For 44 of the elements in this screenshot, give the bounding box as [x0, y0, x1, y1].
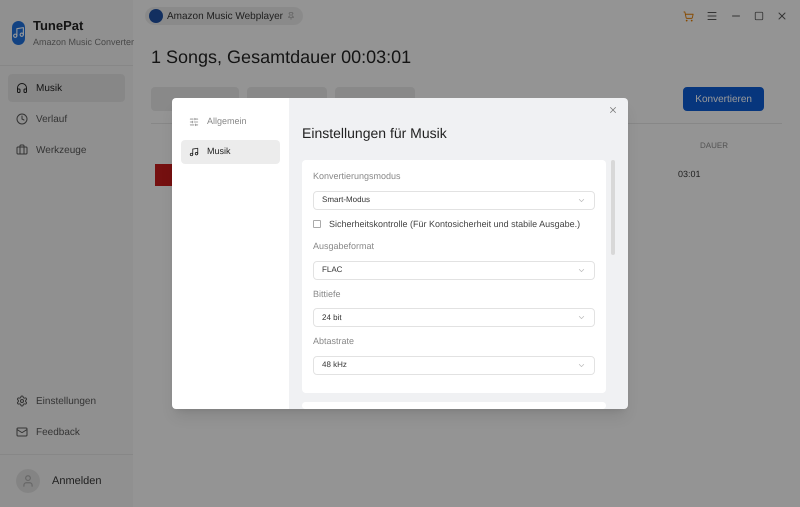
album-cover [155, 164, 173, 186]
mail-icon [16, 426, 28, 438]
app-subtitle: Amazon Music Converter [33, 36, 134, 48]
field-label: Konvertierungsmodus [313, 170, 402, 183]
checkbox-label: Sicherheitskontrolle (Für Kontosicherheit und stabile Ausgabe.) [329, 218, 580, 231]
field-label: Ausgabeformat [313, 240, 376, 253]
app-name: TunePat [33, 17, 84, 35]
sidebar-item[interactable]: Feedback [8, 418, 125, 446]
music-note-icon [189, 147, 199, 157]
dropdown[interactable]: 24 bit [313, 308, 595, 327]
sidebar-item[interactable]: Verlauf [8, 105, 125, 133]
checkbox[interactable] [313, 220, 321, 228]
settings-icon [16, 395, 28, 407]
dialog-nav-item[interactable]: Musik [181, 140, 280, 164]
dropdown[interactable]: Smart-Modus [313, 190, 595, 210]
sidebar-item[interactable]: Einstellungen [8, 387, 125, 415]
convert-button[interactable]: Konvertieren [683, 87, 764, 111]
table-cell-text: 03:01 [678, 168, 702, 182]
sidebar-item[interactable]: Werkzeuge [8, 136, 125, 164]
clock-icon [16, 113, 28, 125]
app-logo-icon [12, 20, 25, 44]
close-icon[interactable] [776, 10, 788, 22]
amazon-logo-icon [149, 9, 163, 23]
avatar-icon [16, 469, 40, 493]
sign-in-button[interactable]: Anmelden [0, 455, 133, 507]
dropdown[interactable]: 48 kHz [313, 356, 595, 374]
field-label: Abtastrate [313, 335, 356, 348]
chevron-down-icon [577, 313, 586, 322]
toolbox-icon [16, 144, 28, 156]
column-header: DAUER [700, 140, 730, 152]
source-tab[interactable]: Amazon Music Webplayer [145, 7, 303, 25]
sliders-icon [189, 117, 199, 127]
field-label: Bittiefe [313, 288, 342, 300]
dialog-title: Einstellungen für Musik [302, 125, 447, 141]
close-icon[interactable] [608, 105, 618, 115]
menu-icon[interactable] [706, 10, 718, 22]
dropdown[interactable]: FLAC [313, 260, 595, 280]
page-heading: 1 Songs, Gesamtdauer 00:03:01 [150, 46, 412, 69]
cart-icon[interactable] [683, 10, 694, 22]
maximize-icon[interactable] [754, 11, 764, 21]
headphones-icon [16, 82, 28, 94]
pin-icon [286, 12, 295, 20]
dialog-nav-item[interactable]: Allgemein [181, 110, 280, 134]
sidebar-item[interactable]: Musik [8, 74, 125, 102]
